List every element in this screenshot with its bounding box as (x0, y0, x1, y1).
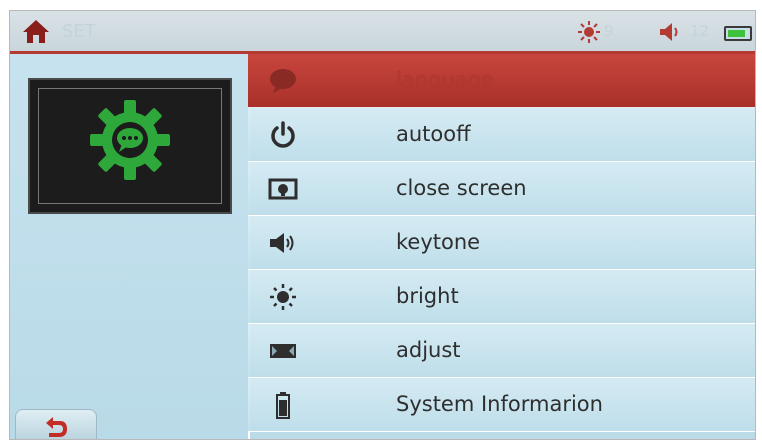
menu-item-label: adjust (396, 338, 461, 362)
power-icon (271, 121, 295, 148)
menu-item-label: close screen (396, 176, 527, 200)
menu-item-label: keytone (396, 230, 481, 254)
menu-item-language[interactable]: language (248, 54, 755, 108)
battery-status-icon (724, 26, 752, 41)
menu-item-autooff[interactable]: autooff (248, 108, 755, 162)
brightness-icon (578, 21, 600, 43)
volume-icon (660, 23, 678, 41)
brightness-icon (270, 284, 296, 310)
battery-icon (276, 392, 290, 419)
left-panel (10, 54, 248, 439)
menu-item-label: System Informarion (396, 392, 603, 416)
menu-item-keytone[interactable]: keytone (248, 216, 755, 270)
back-button[interactable] (15, 409, 97, 439)
settings-menu: language autooff close screen keytone br… (248, 54, 755, 439)
section-icon-frame (28, 78, 232, 214)
menu-item-close-screen[interactable]: close screen (248, 162, 755, 216)
menu-item-adjust[interactable]: adjust (248, 324, 755, 378)
settings-gear-icon (90, 100, 170, 180)
brightness-value: 9 (604, 22, 614, 40)
menu-item-label: language (396, 68, 494, 92)
menu-item-label: bright (396, 284, 459, 308)
device-screen: SET 9 12 language autooff close screen k… (10, 11, 755, 439)
screen-off-icon (268, 178, 298, 200)
volume-value: 12 (690, 22, 710, 40)
status-bar: SET 9 12 (10, 11, 755, 54)
chat-bubble-icon (270, 69, 296, 93)
adjust-icon (270, 344, 296, 358)
speaker-icon (270, 233, 294, 253)
menu-item-system-information[interactable]: System Informarion (248, 378, 755, 432)
menu-item-bright[interactable]: bright (248, 270, 755, 324)
back-arrow-icon (46, 417, 67, 437)
status-title: SET (62, 21, 96, 42)
menu-item-label: autooff (396, 122, 471, 146)
home-icon[interactable] (22, 18, 50, 44)
